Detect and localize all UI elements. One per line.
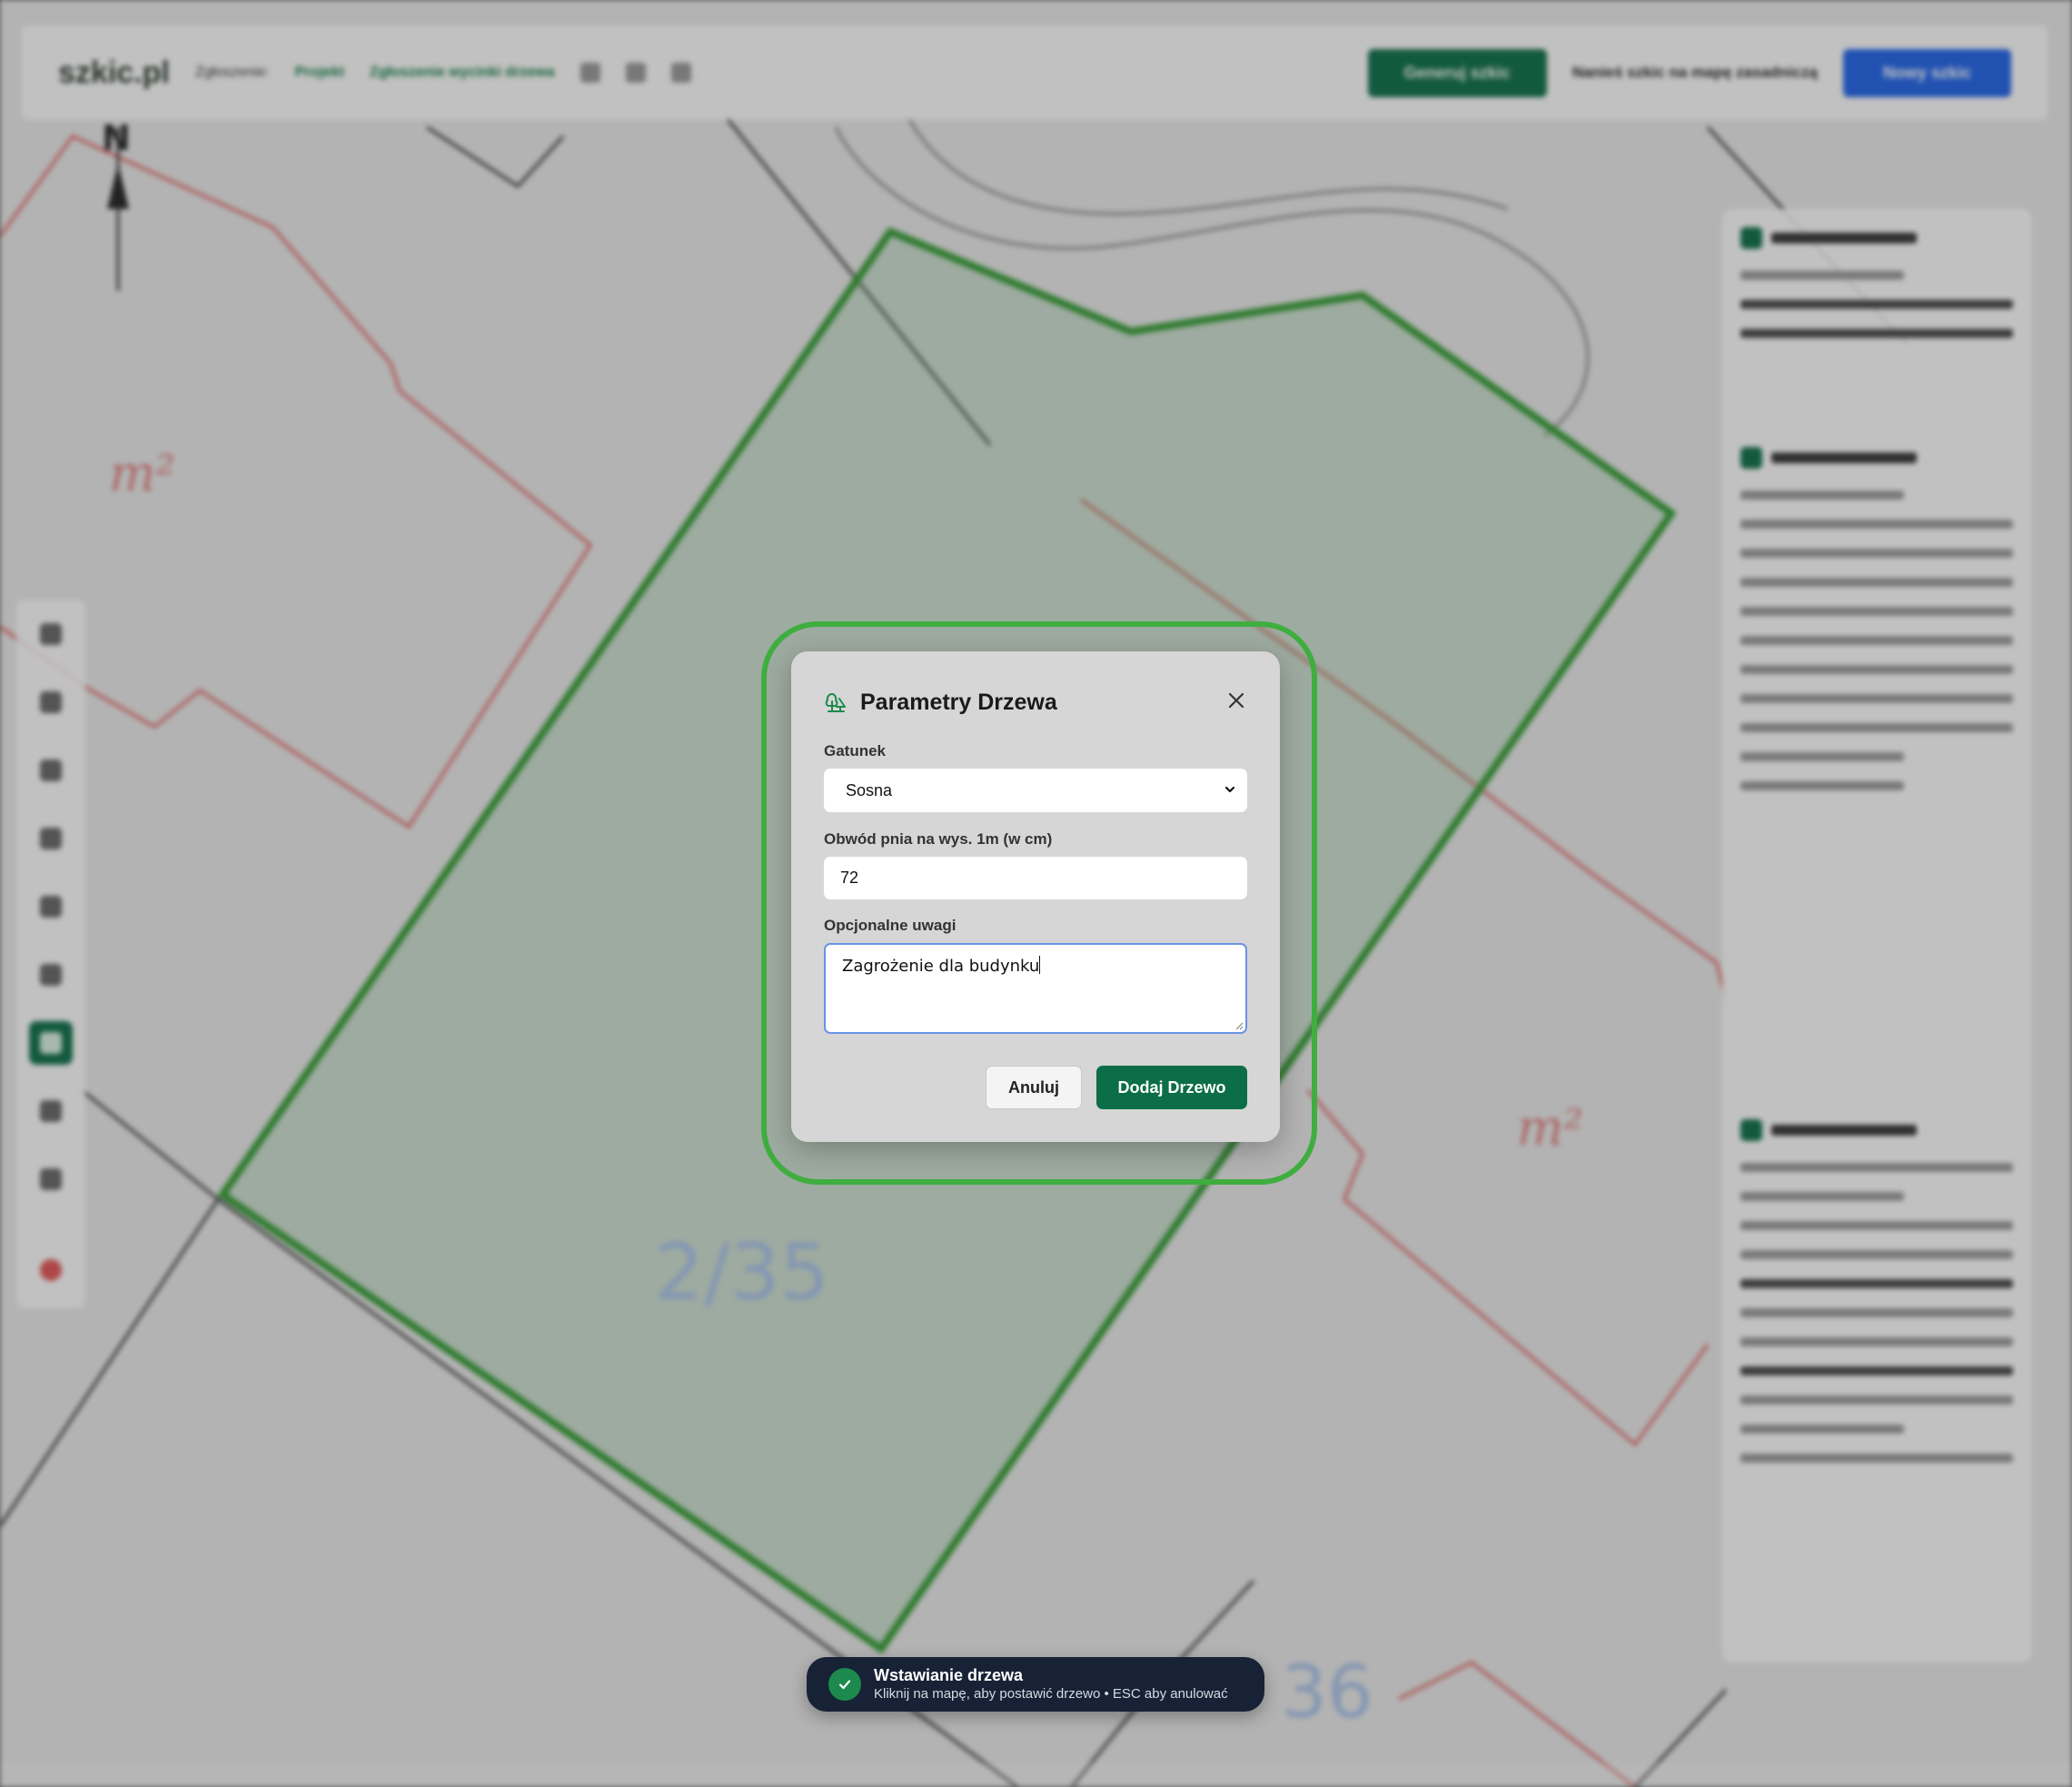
dialog-title: Parametry Drzewa: [860, 689, 1057, 715]
status-toast: Wstawianie drzewa Kliknij na mapę, aby p…: [807, 1657, 1264, 1712]
chevron-down-icon: [1224, 786, 1235, 793]
species-select[interactable]: Sosna: [824, 769, 1247, 812]
toast-text: Wstawianie drzewa Kliknij na mapę, aby p…: [874, 1665, 1228, 1703]
check-icon: [828, 1668, 861, 1701]
circumference-label: Obwód pnia na wys. 1m (w cm): [824, 830, 1053, 848]
dialog-header: Parametry Drzewa: [824, 686, 1247, 719]
add-tree-button[interactable]: Dodaj Drzewo: [1096, 1066, 1247, 1109]
tree-parameters-dialog: Parametry Drzewa Gatunek Sosna Obwód pni…: [791, 651, 1280, 1142]
notes-label: Opcjonalne uwagi: [824, 917, 957, 934]
species-label: Gatunek: [824, 742, 887, 759]
species-selected-value: Sosna: [846, 780, 893, 799]
resize-grip-icon[interactable]: [1234, 1021, 1244, 1030]
text-caret: [1039, 956, 1041, 974]
circumference-input[interactable]: 72: [824, 857, 1247, 899]
app-stage: 2/35 36 m² m² N szkic.pl Zgłoszenie: Pro…: [0, 0, 2072, 1787]
notes-textarea[interactable]: Zagrożenie dla budynku: [824, 943, 1247, 1034]
close-icon[interactable]: [1225, 690, 1247, 711]
cancel-button[interactable]: Anuluj: [986, 1066, 1082, 1109]
notes-value: Zagrożenie dla budynku: [842, 957, 1040, 976]
toast-title: Wstawianie drzewa: [874, 1666, 1024, 1684]
circumference-value: 72: [840, 869, 859, 887]
toast-message: Kliknij na mapę, aby postawić drzewo • E…: [874, 1686, 1228, 1702]
trees-icon: [825, 693, 846, 712]
